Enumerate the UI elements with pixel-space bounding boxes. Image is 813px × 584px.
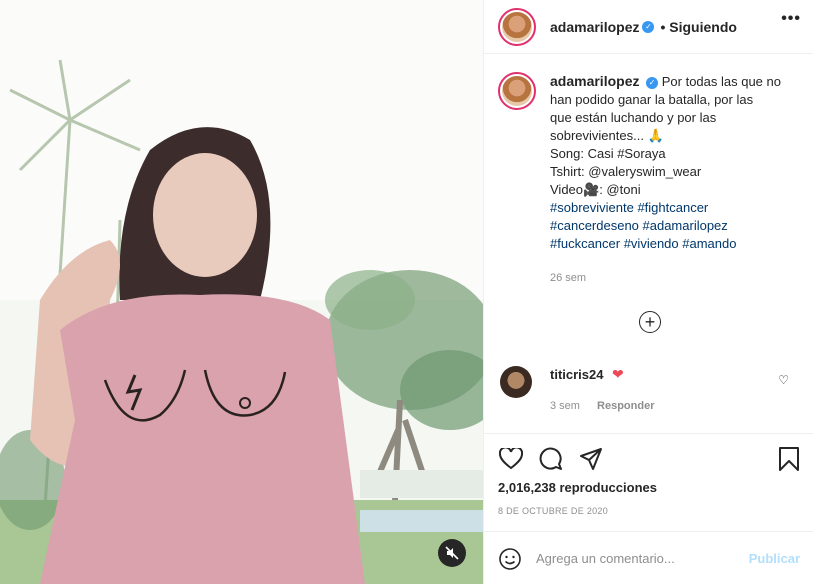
post-header: adamarilopez ✓ • Siguiendo ••• [484, 0, 813, 54]
comment-body: titicris24 ❤ [550, 366, 624, 398]
reply-button[interactable]: Responder [597, 400, 654, 412]
caption-text: adamarilopez ✓ Por todas las que no han … [550, 72, 790, 253]
like-icon[interactable] [498, 446, 524, 472]
caption-line: han podido ganar la batalla, por las [550, 92, 754, 107]
share-icon[interactable] [578, 446, 604, 472]
red-heart-icon: ❤ [611, 366, 624, 382]
post-caption: adamarilopez ✓ Por todas las que no han … [498, 72, 798, 253]
verified-badge-icon: ✓ [642, 20, 655, 33]
publish-button[interactable]: Publicar [749, 551, 800, 566]
video-frame [0, 0, 483, 584]
post-video[interactable] [0, 0, 483, 584]
commenter-username[interactable]: titicris24 [550, 367, 603, 382]
bookmark-icon[interactable] [776, 446, 802, 472]
comment-time[interactable]: 3 sem [550, 400, 580, 412]
view-count[interactable]: 2,016,238 reproducciones [498, 480, 657, 495]
plus-icon: + [644, 312, 656, 332]
emoji-icon[interactable] [498, 547, 522, 571]
commenter-avatar[interactable] [500, 366, 532, 398]
caption-line-video[interactable]: Video🎥: @toni [550, 181, 790, 199]
caption-line: que están luchando y por las [550, 110, 717, 125]
caption-avatar[interactable] [498, 72, 536, 110]
post-actions: 2,016,238 reproducciones 8 DE OCTUBRE DE… [484, 433, 813, 584]
hashtag-line[interactable]: #cancerdeseno #adamarilopez [550, 217, 790, 235]
more-options-icon[interactable]: ••• [781, 10, 801, 28]
load-more-comments-button[interactable]: + [639, 311, 661, 333]
caption-avatar-image [502, 76, 532, 106]
mute-button[interactable] [438, 539, 466, 567]
instagram-post: adamarilopez ✓ • Siguiendo ••• adamarilo… [0, 0, 813, 584]
add-comment-bar: Publicar [484, 531, 813, 584]
comment-input[interactable] [536, 551, 741, 566]
author-username[interactable]: adamarilopez [550, 19, 639, 35]
caption-line-song[interactable]: Song: Casi #Soraya [550, 145, 790, 163]
comment-like-icon[interactable]: ♡ [778, 373, 789, 387]
caption-line-tshirt[interactable]: Tshirt: @valeryswim_wear [550, 163, 790, 181]
comment-icon[interactable] [538, 446, 564, 472]
post-date[interactable]: 8 DE OCTUBRE DE 2020 [498, 506, 608, 516]
follow-status[interactable]: • Siguiendo [660, 19, 736, 35]
caption-time-ago[interactable]: 26 sem [550, 272, 586, 284]
verified-badge-icon: ✓ [646, 76, 659, 89]
caption-line: sobrevivientes... 🙏 [550, 128, 664, 143]
hashtag-line[interactable]: #sobreviviente #fightcancer [550, 199, 790, 217]
post-sidebar: adamarilopez ✓ • Siguiendo ••• adamarilo… [483, 0, 813, 584]
speaker-muted-icon [445, 546, 459, 560]
author-avatar[interactable] [498, 7, 536, 46]
comment-meta: 3 sem Responder [550, 400, 669, 412]
author-avatar-image [502, 11, 532, 42]
caption-line: Por todas las que no [661, 74, 781, 89]
action-icons [498, 446, 604, 472]
comment-item: titicris24 ❤ 3 sem Responder [500, 366, 800, 412]
hashtag-line[interactable]: #fuckcancer #viviendo #amando [550, 235, 790, 253]
caption-username[interactable]: adamarilopez [550, 73, 639, 89]
